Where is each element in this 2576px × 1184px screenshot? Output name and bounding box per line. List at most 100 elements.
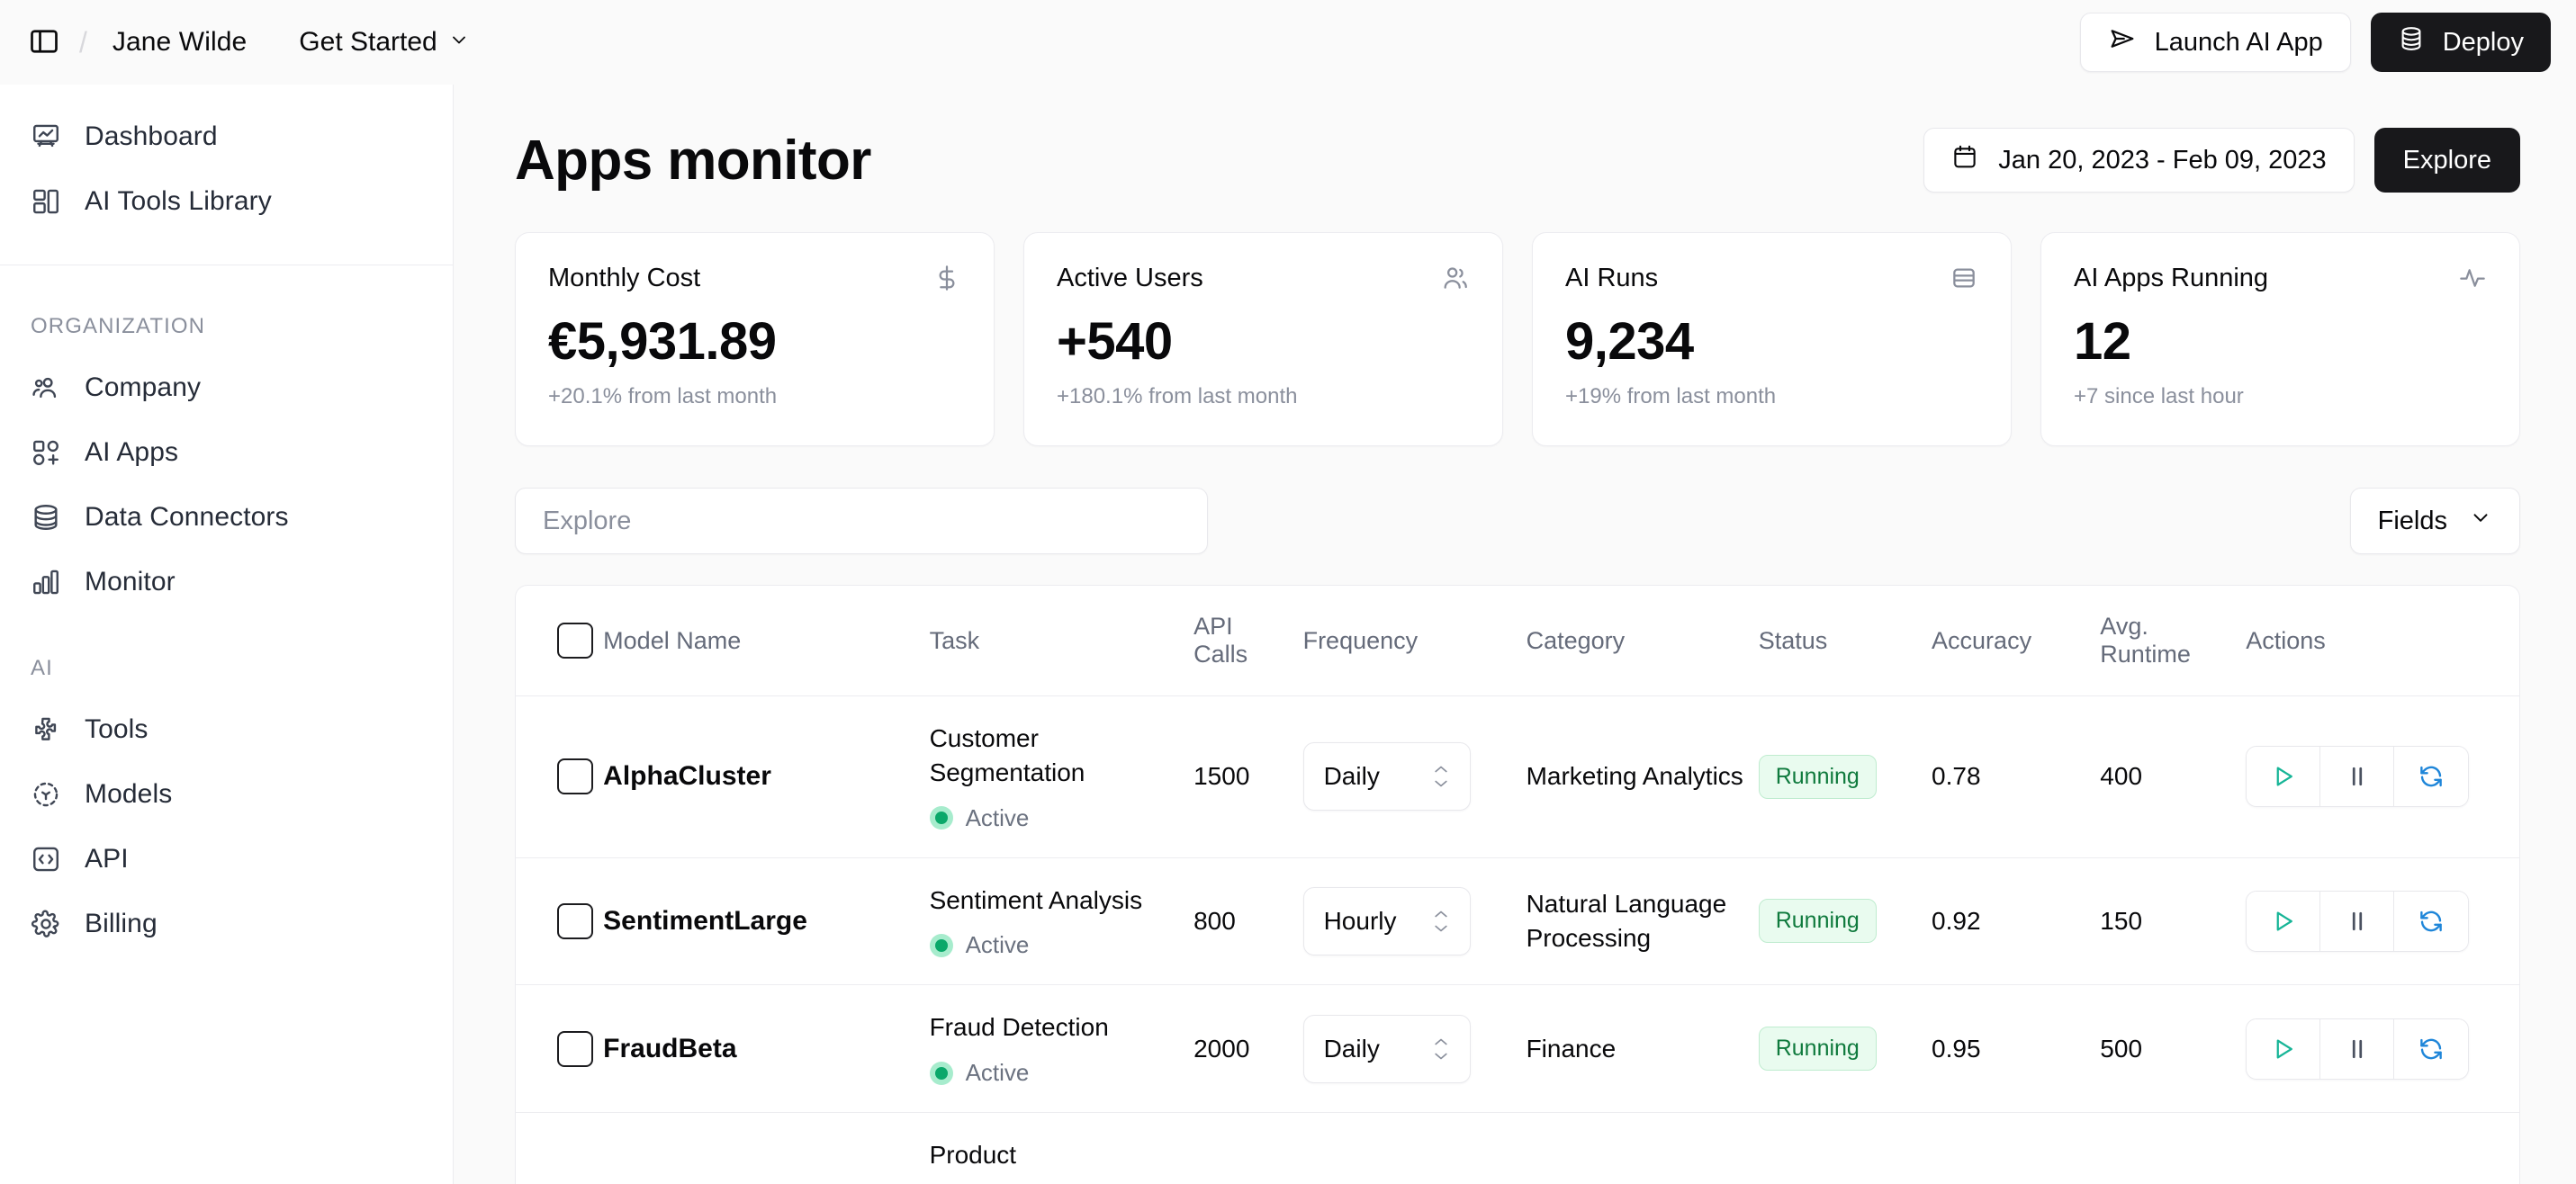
model-name-text: SentimentLarge (603, 905, 807, 936)
frequency-select[interactable]: Daily (1302, 1014, 1471, 1083)
table-row[interactable]: FraudBeta Fraud Detection Active 2000 Da… (516, 984, 2519, 1114)
api-calls-value: 2000 (1193, 1034, 1250, 1063)
api-calls-value: 800 (1193, 906, 1236, 935)
model-name-text: FraudBeta (603, 1033, 737, 1063)
task-status: Active (929, 803, 1194, 832)
frequency-select[interactable]: Daily (1302, 742, 1471, 812)
sidebar-item-company[interactable]: Company (20, 355, 433, 420)
explore-button[interactable]: Explore (2373, 128, 2520, 193)
refresh-button[interactable] (2394, 891, 2469, 951)
breadcrumb-user[interactable]: Jane Wilde (100, 20, 259, 65)
cell-model-name: FraudBeta (603, 984, 930, 1114)
row-checkbox[interactable] (557, 758, 593, 795)
chevron-down-icon (448, 27, 470, 58)
play-icon (2270, 763, 2297, 790)
pause-button[interactable] (2320, 891, 2395, 951)
get-started-dropdown[interactable]: Get Started (283, 18, 485, 67)
stat-card-ai-apps-running: AI Apps Running 12 +7 since last hour (2040, 232, 2520, 446)
refresh-button[interactable] (2394, 747, 2469, 807)
sidebar-toggle-button[interactable] (20, 18, 68, 67)
row-actions (2246, 1018, 2470, 1080)
models-table: Model Name Task API Calls Frequency Cate… (515, 585, 2520, 1184)
runtime-value: 500 (2100, 1034, 2143, 1063)
sidebar-item-dashboard[interactable]: Dashboard (20, 104, 433, 169)
stat-card-header: AI Apps Running (2074, 264, 2487, 293)
date-range-label: Jan 20, 2023 - Feb 09, 2023 (1998, 145, 2327, 175)
sidebar-item-models[interactable]: Models (20, 762, 433, 827)
column-header-api-calls[interactable]: API Calls (1193, 586, 1303, 696)
cell-accuracy: 0.92 (1932, 857, 2101, 986)
task-text: Customer Segmentation (929, 724, 1085, 786)
task-status: Active (929, 1059, 1194, 1087)
cell-api-calls: 1500 (1193, 695, 1303, 858)
stat-card-value: €5,931.89 (548, 312, 777, 371)
send-icon (2108, 24, 2137, 60)
gear-icon (31, 909, 61, 939)
stat-card-title: Active Users (1057, 264, 1203, 292)
table-row[interactable]: SentimentLarge Sentiment Analysis Active (516, 857, 2519, 986)
sidebar-item-monitor[interactable]: Monitor (20, 550, 433, 614)
sidebar-item-ai-tools-library[interactable]: AI Tools Library (20, 169, 433, 234)
column-header-status[interactable]: Status (1758, 586, 1932, 696)
main-content: Apps monitor Jan 20, 2023 - Feb 09, 2023 (454, 85, 2576, 1184)
play-button[interactable] (2247, 891, 2321, 951)
stat-card-title: AI Apps Running (2074, 264, 2269, 292)
stat-card-value: +540 (1057, 312, 1173, 371)
select-all-checkbox[interactable] (557, 623, 593, 659)
cell-category: Natural Language Processing (1526, 857, 1759, 986)
sidebar-item-tools[interactable]: Tools (20, 697, 433, 762)
stat-cards: Monthly Cost €5,931.89 +20.1% from last … (515, 232, 2520, 446)
column-header-frequency[interactable]: Frequency (1302, 586, 1527, 696)
cell-actions (2246, 1113, 2519, 1184)
search-input[interactable] (515, 488, 1208, 554)
fields-button[interactable]: Fields (2349, 488, 2520, 554)
pause-button[interactable] (2320, 1018, 2395, 1079)
pause-button[interactable] (2320, 747, 2395, 807)
task-status-label: Active (965, 803, 1030, 831)
pause-icon (2344, 763, 2371, 790)
column-header-task[interactable]: Task (929, 586, 1194, 696)
launch-ai-app-button[interactable]: Launch AI App (2079, 13, 2351, 72)
sidebar-item-label: Company (85, 372, 202, 402)
status-dot-icon (929, 1061, 953, 1085)
play-button[interactable] (2247, 1018, 2321, 1079)
sidebar-item-ai-apps[interactable]: AI Apps (20, 420, 433, 485)
table-row[interactable]: Product (516, 1113, 2519, 1184)
date-range-picker[interactable]: Jan 20, 2023 - Feb 09, 2023 (1923, 128, 2355, 193)
column-header-accuracy[interactable]: Accuracy (1932, 586, 2101, 696)
play-button[interactable] (2247, 747, 2321, 807)
refresh-icon (2418, 763, 2445, 790)
cell-accuracy (1932, 1113, 2100, 1184)
calendar-icon (1951, 143, 1978, 177)
refresh-button[interactable] (2394, 1018, 2469, 1079)
sidebar-item-data-connectors[interactable]: Data Connectors (20, 485, 433, 550)
table-row[interactable]: AlphaCluster Customer Segmentation Activ… (516, 695, 2519, 858)
cell-status (1759, 1113, 1932, 1184)
column-header-category[interactable]: Category (1526, 586, 1759, 696)
page-title: Apps monitor (515, 129, 871, 192)
stat-card-active-users: Active Users +540 +180.1% from last mont… (1023, 232, 1503, 446)
category-text: Marketing Analytics (1526, 762, 1743, 791)
stat-card-subtext: +20.1% from last month (548, 384, 778, 408)
accuracy-value: 0.92 (1932, 906, 1981, 935)
activity-icon (2458, 264, 2487, 292)
frequency-select[interactable]: Hourly (1302, 886, 1471, 955)
sidebar: Dashboard AI Tools Library ORGANIZATION (0, 85, 454, 1184)
stat-card-title: AI Runs (1565, 264, 1659, 292)
row-actions (2246, 890, 2470, 952)
sidebar-item-billing[interactable]: Billing (20, 892, 433, 956)
row-checkbox[interactable] (557, 902, 593, 939)
cell-task: Sentiment Analysis Active (929, 857, 1194, 986)
column-header-model-name[interactable]: Model Name (603, 586, 930, 696)
cell-frequency: Daily (1302, 984, 1527, 1114)
pause-icon (2344, 1036, 2371, 1063)
stat-card-subtext: +19% from last month (1565, 384, 1777, 408)
sidebar-item-api[interactable]: API (20, 827, 433, 892)
deploy-button[interactable]: Deploy (2370, 13, 2551, 72)
status-dot-icon (929, 806, 953, 830)
sidebar-item-label: AI Apps (85, 437, 179, 467)
column-header-avg-runtime[interactable]: Avg. Runtime (2100, 586, 2247, 696)
cell-runtime: 400 (2100, 695, 2247, 858)
row-checkbox[interactable] (557, 1030, 593, 1067)
cube-3d-icon (31, 779, 61, 810)
